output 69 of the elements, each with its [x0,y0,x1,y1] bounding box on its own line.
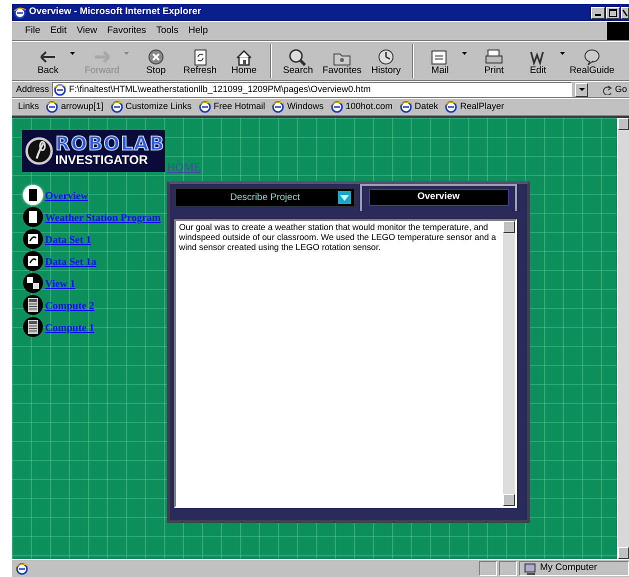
scrollbar[interactable] [503,221,515,506]
search-icon [288,48,308,66]
toolbar-button[interactable]: Favorites [320,46,364,76]
window-title: Overview - Microsoft Internet Explorer [29,5,202,20]
close-icon [622,8,628,16]
toolbar-button[interactable]: Search [276,46,320,76]
page-icon [54,84,66,96]
minimize-icon [595,14,601,16]
description-textarea[interactable]: Our goal was to create a weather station that would monitor the temperature, and windspeed outside of our classroom. We used the LEGO temperature sensor and a wind sensor created using the LEGO rotation sensor. [174,219,517,508]
page-icon [16,562,28,574]
page-icon [198,101,211,113]
page-icon [445,101,458,113]
toolbar-button[interactable]: Home [222,46,266,76]
minimize-button[interactable] [591,6,605,18]
panel-tab[interactable]: Overview [360,184,517,212]
toolbar-button[interactable]: Stop [134,46,178,76]
caret-icon[interactable] [70,52,75,54]
page-icon [46,101,58,113]
page-icon [400,101,412,113]
link-item[interactable]: RealPlayer [445,100,504,114]
menu-item[interactable]: Favorites [102,24,152,38]
computer-icon [524,562,536,574]
toolbar-button[interactable]: Print [472,46,516,76]
stop-icon [146,48,166,66]
maximize-icon [609,8,617,16]
menu-item[interactable]: File [20,24,46,38]
maximize-button[interactable] [606,6,620,18]
toolbar-button[interactable]: RealGuide [570,46,614,76]
go-icon [601,84,612,94]
close-button[interactable] [621,6,629,18]
toolbar-button[interactable]: History [364,46,408,76]
link-item[interactable]: Windows [272,100,324,114]
page-icon [110,101,123,113]
link-item[interactable]: 100hot.com [330,100,393,114]
status-pane [479,561,497,576]
menu-item[interactable]: Tools [151,24,184,38]
toolbar-button[interactable]: Edit [516,46,560,76]
browser-icon [14,6,26,18]
menu-item[interactable]: Edit [45,24,72,38]
dropdown-button[interactable] [575,82,588,96]
zone-indicator: My Computer [519,561,629,576]
home-icon [234,48,254,66]
links-label: Links [18,100,40,114]
address-field[interactable]: F:\finaltest\HTML\weatherstationllb_121099_1209PM\pages\Overview0.htm [52,82,572,97]
status-pane [499,561,517,576]
menu-item[interactable]: View [72,24,102,38]
logo-title: ROBOLAB [55,135,165,154]
link-item[interactable]: Free Hotmail [198,100,266,114]
link-item[interactable]: Datek [400,100,438,114]
page-icon [330,101,343,113]
scrollbar[interactable] [617,118,629,559]
guide-icon [582,48,602,66]
caret-icon[interactable] [560,52,565,54]
link-item[interactable]: Customize Links [110,100,192,114]
logo-subtitle: INVESTIGATOR [55,154,149,167]
caret-icon [578,88,585,91]
link-item[interactable]: arrowup[1] [46,100,104,114]
project-dropdown[interactable]: Describe Project [174,187,356,208]
print-icon [484,48,504,66]
go-button[interactable]: Go [601,82,628,96]
toolbar-button[interactable]: Back [26,46,70,76]
toolbar-button[interactable]: Mail [418,46,462,76]
page-icon [272,101,284,113]
history-icon [376,48,396,66]
caret-icon[interactable] [462,52,467,54]
address-label: Address [16,82,50,96]
caret-icon [338,191,351,204]
toolbar-button[interactable]: Refresh [178,46,222,76]
menu-item[interactable]: Help [183,24,213,38]
